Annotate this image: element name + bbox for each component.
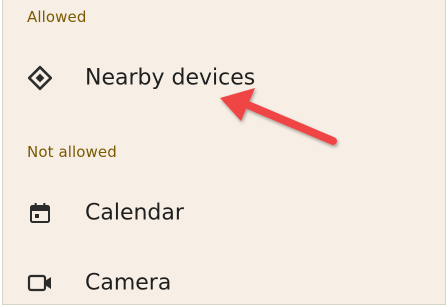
- permission-item-calendar[interactable]: Calendar: [3, 185, 445, 241]
- not-allowed-section-header: Not allowed: [27, 143, 117, 161]
- calendar-icon: [25, 198, 55, 228]
- permission-label-calendar: Calendar: [85, 200, 184, 226]
- allowed-section-header: Allowed: [27, 8, 87, 26]
- permissions-screen: Allowed Nearby devices Not allowed Calen…: [2, 0, 446, 305]
- permission-label-camera: Camera: [85, 270, 172, 296]
- permission-item-camera[interactable]: Camera: [3, 255, 445, 304]
- permission-label-nearby-devices: Nearby devices: [85, 65, 256, 91]
- nearby-devices-icon: [25, 63, 55, 93]
- permission-item-nearby-devices[interactable]: Nearby devices: [3, 50, 445, 106]
- camera-icon: [25, 268, 55, 298]
